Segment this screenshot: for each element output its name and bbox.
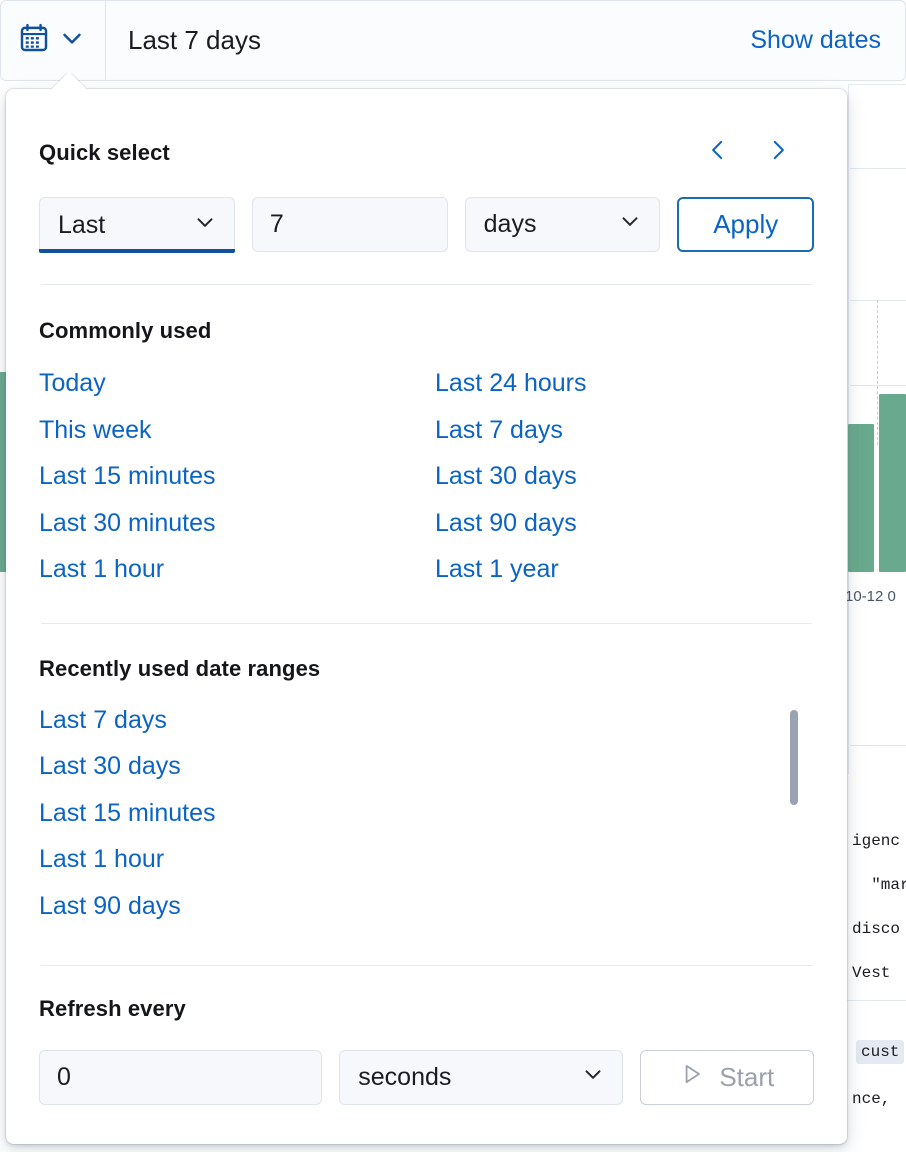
- calendar-icon: [19, 23, 49, 58]
- quick-select-unit[interactable]: days: [465, 197, 661, 252]
- chevron-down-icon: [580, 1061, 606, 1094]
- play-icon: [679, 1061, 705, 1094]
- background-gridline: [877, 300, 878, 445]
- chevron-down-icon: [617, 208, 643, 241]
- super-date-picker-bar: Last 7 days Show dates: [0, 0, 906, 81]
- start-refresh-label: Start: [719, 1062, 774, 1093]
- background-rule: [850, 385, 906, 386]
- chevron-down-icon: [192, 209, 218, 242]
- quick-select-direction-value: Last: [58, 211, 170, 240]
- quick-select-title: Quick select: [39, 140, 170, 166]
- commonly-used-title: Commonly used: [39, 318, 814, 344]
- commonly-used-item[interactable]: Today: [39, 360, 435, 407]
- background-code-line: disco: [852, 920, 906, 938]
- show-dates-button[interactable]: Show dates: [750, 1, 905, 80]
- refresh-interval-value: 0: [57, 1063, 71, 1092]
- refresh-unit-select[interactable]: seconds: [339, 1050, 622, 1105]
- quick-select-count-input[interactable]: 7: [252, 197, 448, 252]
- quick-select-popover: Quick select Last: [6, 89, 847, 1144]
- refresh-title: Refresh every: [39, 996, 814, 1022]
- commonly-used-item[interactable]: Last 90 days: [435, 500, 814, 547]
- popover-arrow: [52, 73, 86, 91]
- refresh-section: Refresh every 0 seconds: [39, 966, 814, 1105]
- background-rule: [845, 1000, 906, 1001]
- recently-used-title: Recently used date ranges: [39, 656, 814, 682]
- chevron-right-icon[interactable]: [765, 135, 791, 170]
- commonly-used-item[interactable]: Last 1 year: [435, 546, 814, 593]
- commonly-used-item[interactable]: Last 24 hours: [435, 360, 814, 407]
- background-code-line: Vest: [852, 964, 906, 982]
- spacer: [39, 940, 814, 965]
- date-quick-select-button[interactable]: [1, 1, 106, 80]
- background-code-line: "mar: [852, 876, 906, 894]
- recently-used-item[interactable]: Last 1 hour: [39, 836, 814, 883]
- apply-button[interactable]: Apply: [677, 197, 814, 252]
- chevron-down-icon: [57, 23, 87, 58]
- quick-select-nav: [705, 135, 814, 170]
- background-code-line: igenc: [852, 832, 906, 850]
- chevron-left-icon[interactable]: [705, 135, 731, 170]
- commonly-used-item[interactable]: Last 30 days: [435, 453, 814, 500]
- recently-used-scrollbar[interactable]: [790, 710, 798, 805]
- commonly-used-grid: Today Last 24 hours This week Last 7 day…: [39, 360, 814, 593]
- background-code-line: nce,: [852, 1090, 906, 1108]
- background-bar: [848, 424, 874, 572]
- refresh-controls: 0 seconds: [39, 1050, 814, 1105]
- commonly-used-item[interactable]: Last 30 minutes: [39, 500, 435, 547]
- background-rule: [850, 300, 906, 301]
- start-refresh-button[interactable]: Start: [640, 1050, 814, 1105]
- refresh-interval-input[interactable]: 0: [39, 1050, 322, 1105]
- recently-used-list: Last 7 days Last 30 days Last 15 minutes…: [39, 697, 814, 940]
- background-rule: [850, 168, 906, 169]
- recently-used-item[interactable]: Last 15 minutes: [39, 790, 814, 837]
- commonly-used-item[interactable]: Last 7 days: [435, 407, 814, 454]
- quick-select-count-value: 7: [270, 210, 284, 239]
- background-bar: [879, 394, 906, 572]
- recently-used-item[interactable]: Last 90 days: [39, 883, 814, 930]
- recently-used-item[interactable]: Last 30 days: [39, 743, 814, 790]
- quick-select-direction[interactable]: Last: [39, 197, 235, 252]
- quick-select-unit-value: days: [484, 210, 596, 239]
- commonly-used-item[interactable]: Last 1 hour: [39, 546, 435, 593]
- recently-used-item[interactable]: Last 7 days: [39, 697, 814, 744]
- quick-select-header: Quick select: [39, 89, 814, 170]
- recently-used-section: Recently used date ranges Last 7 days La…: [39, 624, 814, 965]
- spacer: [39, 593, 814, 623]
- recently-used-item[interactable]: Aug 31, 2020 @ 03:30:00.000 to Aug 31, 2…: [39, 929, 814, 940]
- quick-select-controls: Last 7 days: [39, 197, 814, 252]
- selected-range-label[interactable]: Last 7 days: [106, 1, 750, 80]
- commonly-used-section: Commonly used Today Last 24 hours This w…: [39, 285, 814, 623]
- background-axis-label: 10-12 0: [845, 588, 896, 605]
- refresh-unit-value: seconds: [358, 1063, 557, 1092]
- screen-root: 10-12 0 igenc "mar disco Vest cust nce,: [0, 0, 906, 1152]
- commonly-used-item[interactable]: This week: [39, 407, 435, 454]
- commonly-used-item[interactable]: Last 15 minutes: [39, 453, 435, 500]
- background-rule: [850, 745, 906, 746]
- background-code-chip: cust: [856, 1040, 904, 1064]
